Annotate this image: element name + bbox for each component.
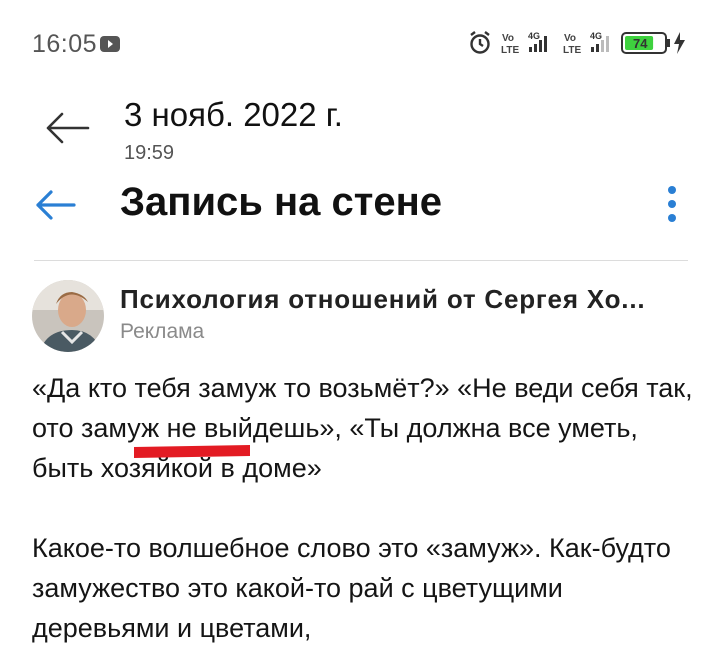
red-highlight-mark [134,444,250,459]
post-text: «Да кто тебя замуж то возьмёт?» «Не веди… [32,368,704,648]
battery-icon: 74 [621,32,670,54]
header-date: 3 нояб. 2022 г. [124,96,343,133]
svg-text:Vo: Vo [502,33,514,44]
post-paragraph-1: «Да кто тебя замуж то возьмёт?» «Не веди… [32,373,693,483]
svg-text:4G: 4G [590,31,602,41]
svg-text:Vo: Vo [564,33,576,44]
volte-icon: Vo LTE [501,33,519,56]
volte-icon-2: Vo LTE [563,33,581,56]
screen: 16:05 Vo LTE 4G Vo LTE 4G 74 3 нояб. 202… [0,0,720,660]
status-time: 16:05 [32,30,98,58]
media-icon [100,36,120,57]
more-menu-icon[interactable] [662,186,682,222]
signal-4g-icon-2: 4G [590,31,609,52]
header-time: 19:59 [124,142,175,164]
back-button[interactable] [34,188,76,227]
signal-4g-icon: 4G [528,31,547,52]
back-arrow-icon[interactable] [44,110,90,151]
divider [34,260,688,261]
status-icons: Vo LTE 4G Vo LTE 4G 74 [466,28,696,58]
svg-text:4G: 4G [528,31,540,41]
author-name[interactable]: Психология отношений от Сергея Хо... [120,284,690,315]
svg-text:LTE: LTE [501,45,519,56]
charging-icon [674,32,685,54]
status-bar: 16:05 Vo LTE 4G Vo LTE 4G 74 [0,0,720,86]
post-paragraph-2: Какое-то волшебное слово это «замуж». Ка… [32,533,671,643]
back-arrow-blue-icon [36,190,76,220]
avatar[interactable] [32,280,104,352]
page-title: Запись на стене [120,180,443,224]
svg-text:LTE: LTE [563,45,581,56]
alarm-icon [470,31,490,54]
ad-label: Реклама [120,320,205,343]
battery-level: 74 [633,36,648,51]
